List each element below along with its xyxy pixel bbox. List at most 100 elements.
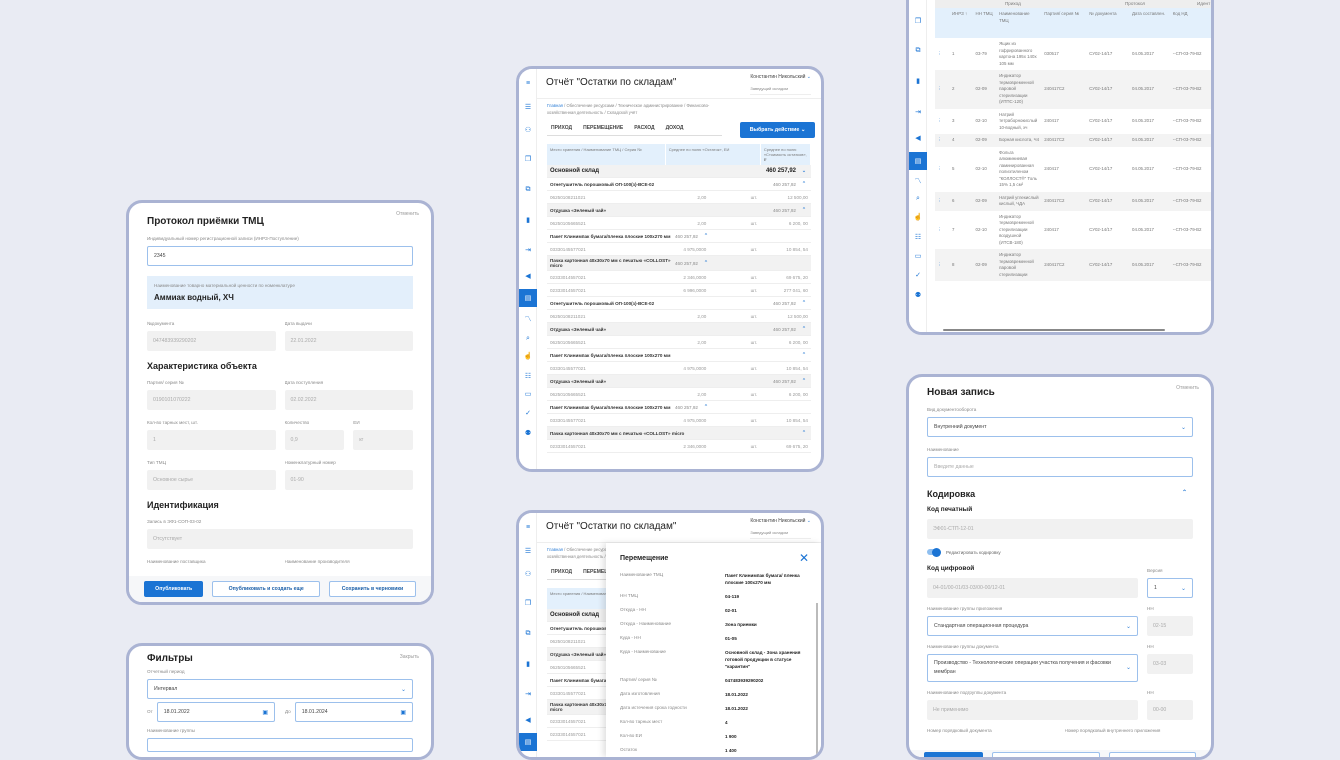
publish-and-new-button[interactable]: Опубликовать и создать еще bbox=[212, 581, 321, 597]
column-header[interactable]: Дата составлен. bbox=[1130, 8, 1171, 38]
close-icon[interactable]: ✕ bbox=[799, 551, 809, 565]
users-icon[interactable]: ⚇ bbox=[519, 121, 537, 139]
item-row[interactable]: Отдушка «Зеленый чай» 460 257,92 ⌃ bbox=[547, 204, 811, 217]
thumbs-up-icon[interactable]: ☝ bbox=[909, 208, 927, 226]
column-header[interactable]: Код НД bbox=[1170, 8, 1211, 38]
table-row[interactable]: ⋮ 6 02-09 Натрий углекислый кислый, ЧДА 2404… bbox=[935, 191, 1211, 211]
copy-icon[interactable]: ⧉ bbox=[909, 42, 927, 60]
save-draft-button[interactable]: Сохранить в черновики bbox=[329, 581, 416, 597]
user-menu[interactable]: Константин Никольский ⌄ Заведущий складом bbox=[750, 74, 811, 95]
chevron-up-icon[interactable]: ⌃ bbox=[702, 233, 710, 239]
table-row[interactable]: ⋮ 3 02-10 Натрий тетраборнокислый 10-водный… bbox=[935, 109, 1211, 135]
column-header[interactable]: Среднее по полю «Стоимость остатков», ₽ bbox=[761, 144, 811, 165]
file-icon[interactable]: ▮ bbox=[519, 655, 537, 673]
edit-coding-toggle[interactable]: Редактировать кодировку bbox=[927, 547, 1193, 557]
table-row[interactable]: ⋮ 5 02-10 Фольга алюминиевая ламинированная… bbox=[935, 147, 1211, 192]
inrz-input[interactable]: 2345 bbox=[147, 246, 413, 266]
user-menu[interactable]: Константин Никольский ⌄ Заведущий складом bbox=[750, 518, 811, 539]
item-row[interactable]: Огнетушитель порошковый ОП-100(з)-ВСЕ-02… bbox=[547, 297, 811, 310]
megaphone-icon[interactable]: ◀ bbox=[909, 129, 927, 147]
tab-2[interactable]: ПЕРЕМЕЩЕНИЕ bbox=[583, 125, 623, 131]
item-row[interactable]: Огнетушитель порошковый ОП-100(з)-ВСЕ-02… bbox=[547, 178, 811, 191]
thumbs-up-icon[interactable]: ☝ bbox=[519, 347, 537, 365]
documents-icon[interactable]: ❐ bbox=[519, 594, 537, 612]
menu-icon[interactable]: ≡ bbox=[519, 74, 537, 92]
documents-icon[interactable]: ❐ bbox=[519, 150, 537, 168]
table-row[interactable]: ⋮ 8 02-09 Индикатор термовременной паровой … bbox=[935, 249, 1211, 281]
chevron-up-icon[interactable]: ⌃ bbox=[1182, 489, 1187, 499]
to-date-input[interactable]: 18.01.2024 ▣ bbox=[294, 702, 413, 722]
column-header[interactable]: Среднее по полю «Остаток», ЕИ bbox=[666, 144, 761, 165]
doc-group-select[interactable]: Производство - Технологические операции … bbox=[927, 654, 1138, 682]
item-row[interactable]: Пакет Клинимпак бумага/пленка плоские 10… bbox=[547, 401, 811, 414]
column-header[interactable]: Партия/ серия № bbox=[1042, 8, 1088, 38]
megaphone-icon[interactable]: ◀ bbox=[519, 711, 537, 729]
login-icon[interactable]: ⇥ bbox=[519, 685, 537, 703]
close-link[interactable]: Закрыть bbox=[400, 654, 419, 660]
column-header[interactable]: Наименование ТМЦ bbox=[997, 8, 1043, 38]
chevron-down-icon[interactable]: ⌄ bbox=[800, 168, 808, 174]
check-circle-icon[interactable]: ✓ bbox=[909, 266, 927, 284]
row-menu-icon[interactable]: ⋮ bbox=[935, 38, 950, 70]
calendar-icon[interactable]: ▣ bbox=[262, 709, 268, 716]
row-menu-icon[interactable]: ⋮ bbox=[935, 211, 950, 250]
tab-1[interactable]: ПРИХОД bbox=[551, 569, 572, 575]
menu-icon[interactable]: ≡ bbox=[519, 518, 537, 536]
copy-icon[interactable]: ⧉ bbox=[519, 181, 537, 199]
column-header[interactable]: Место хранения / Наименование ТМЦ / Сери… bbox=[547, 144, 666, 165]
login-icon[interactable]: ⇥ bbox=[909, 103, 927, 121]
period-select[interactable]: Интервал ⌄ bbox=[147, 679, 413, 699]
item-row[interactable]: Пакет Клинимпак бумага/пленка плоские 10… bbox=[547, 349, 811, 362]
documents-icon[interactable]: ❐ bbox=[909, 12, 927, 30]
item-row[interactable]: Отдушка «Зеленый чай» 460 257,92 ⌃ bbox=[547, 323, 811, 336]
chevron-up-icon[interactable]: ⌃ bbox=[800, 352, 808, 358]
chevron-up-icon[interactable]: ⌃ bbox=[702, 260, 710, 266]
file-icon[interactable]: ▮ bbox=[519, 211, 537, 229]
breadcrumb-item[interactable]: Главная bbox=[547, 547, 563, 552]
row-menu-icon[interactable]: ⋮ bbox=[935, 249, 950, 281]
checklist-icon[interactable]: ☷ bbox=[909, 228, 927, 246]
item-row[interactable]: Пачка картонная 40x30x70 мм с печатью «C… bbox=[547, 427, 811, 440]
calendar-icon[interactable]: ▣ bbox=[400, 709, 406, 716]
choose-action-button[interactable]: Выбрать действие ⌄ bbox=[740, 122, 815, 138]
search-icon[interactable]: ⌕ bbox=[909, 190, 927, 208]
chevron-up-icon[interactable]: ⌃ bbox=[800, 300, 808, 306]
table-row[interactable]: ⋮ 2 02-09 Индикатор термовременной паровой … bbox=[935, 70, 1211, 109]
breadcrumb-item[interactable]: Техническое администрирование bbox=[618, 103, 683, 108]
coding-section[interactable]: Кодировка ⌃ bbox=[927, 489, 1193, 499]
version-select[interactable]: 1 ⌄ bbox=[1147, 578, 1193, 598]
team-icon[interactable]: ⚉ bbox=[519, 424, 537, 442]
secondary-button[interactable] bbox=[992, 752, 1101, 757]
app-group-select[interactable]: Стандартная операционная процедура ⌄ bbox=[927, 616, 1138, 636]
scrollbar[interactable] bbox=[816, 603, 818, 757]
table-row[interactable]: ⋮ 7 02-10 Индикатор термовременной стерилиз… bbox=[935, 211, 1211, 250]
list-icon[interactable]: ☰ bbox=[519, 542, 537, 560]
cancel-link[interactable]: Отменить bbox=[1176, 385, 1199, 391]
clipboard-icon[interactable]: ▤ bbox=[519, 289, 537, 307]
analytics-icon[interactable]: 〽 bbox=[909, 172, 927, 190]
doctype-select[interactable]: Внутренний документ ⌄ bbox=[927, 417, 1193, 437]
chevron-up-icon[interactable]: ⌃ bbox=[800, 378, 808, 384]
tab-1[interactable]: ПРИХОД bbox=[551, 125, 572, 131]
publish-button[interactable]: Опубликовать bbox=[144, 581, 204, 597]
team-icon[interactable]: ⚉ bbox=[909, 286, 927, 304]
group-row[interactable]: Основной склад 460 257,92 ⌄ bbox=[547, 165, 811, 178]
list-icon[interactable]: ☰ bbox=[519, 98, 537, 116]
item-row[interactable]: Пакет Клинимпак бумага/пленка плоские 10… bbox=[547, 230, 811, 243]
chevron-up-icon[interactable]: ⌃ bbox=[800, 207, 808, 213]
chevron-up-icon[interactable]: ⌃ bbox=[800, 326, 808, 332]
column-header[interactable]: ИНРЗ ↑ bbox=[949, 8, 974, 38]
breadcrumb-item[interactable]: Обеспечение ресурсами bbox=[566, 103, 614, 108]
chevron-up-icon[interactable]: ⌃ bbox=[702, 404, 710, 410]
column-header[interactable]: № документа bbox=[1087, 8, 1130, 38]
chevron-up-icon[interactable]: ⌃ bbox=[800, 430, 808, 436]
row-menu-icon[interactable]: ⋮ bbox=[935, 147, 950, 192]
users-icon[interactable]: ⚇ bbox=[519, 565, 537, 583]
table-row[interactable]: ⋮ 4 02-09 Борная кислота, Ч4 240417С2 СУ02-14… bbox=[935, 134, 1211, 147]
clipboard-list-icon[interactable]: ▭ bbox=[909, 247, 927, 265]
item-row[interactable]: Отдушка «Зеленый чай» 460 257,92 ⌃ bbox=[547, 375, 811, 388]
item-row[interactable]: Пачка картонная 40x30x70 мм с печатью «C… bbox=[547, 256, 811, 271]
clipboard-list-icon[interactable]: ▭ bbox=[519, 385, 537, 403]
breadcrumb-item[interactable]: Складской учёт bbox=[607, 110, 637, 115]
clipboard-icon[interactable]: ▤ bbox=[909, 152, 927, 170]
